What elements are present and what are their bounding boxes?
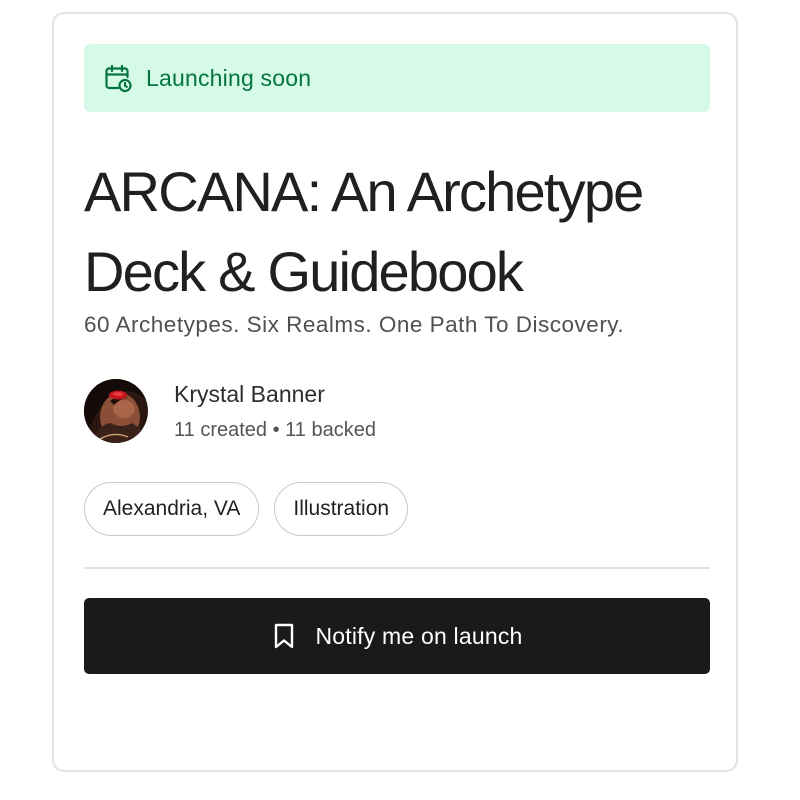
tag-category[interactable]: Illustration (274, 482, 409, 536)
creator-info: Krystal Banner 11 created • 11 backed (84, 378, 376, 444)
notify-me-button[interactable]: Notify me on launch (84, 598, 710, 674)
notify-me-label: Notify me on launch (315, 622, 523, 649)
creator-name[interactable]: Krystal Banner (174, 378, 376, 410)
avatar[interactable] (84, 379, 148, 443)
project-subtitle: 60 Archetypes. Six Realms. One Path To D… (84, 312, 625, 337)
launching-soon-banner: Launching soon (84, 44, 710, 112)
tag-list: Alexandria, VA Illustration (84, 482, 423, 536)
project-card: Launching soon ARCANA: An Archetype Deck… (52, 12, 738, 772)
bookmark-icon (271, 621, 297, 651)
tag-location[interactable]: Alexandria, VA (84, 482, 260, 536)
calendar-clock-icon (102, 62, 134, 94)
divider (84, 567, 710, 569)
creator-stats: 11 created • 11 backed (174, 419, 376, 441)
project-title[interactable]: ARCANA: An Archetype Deck & Guidebook (84, 152, 724, 312)
banner-label: Launching soon (146, 64, 312, 91)
